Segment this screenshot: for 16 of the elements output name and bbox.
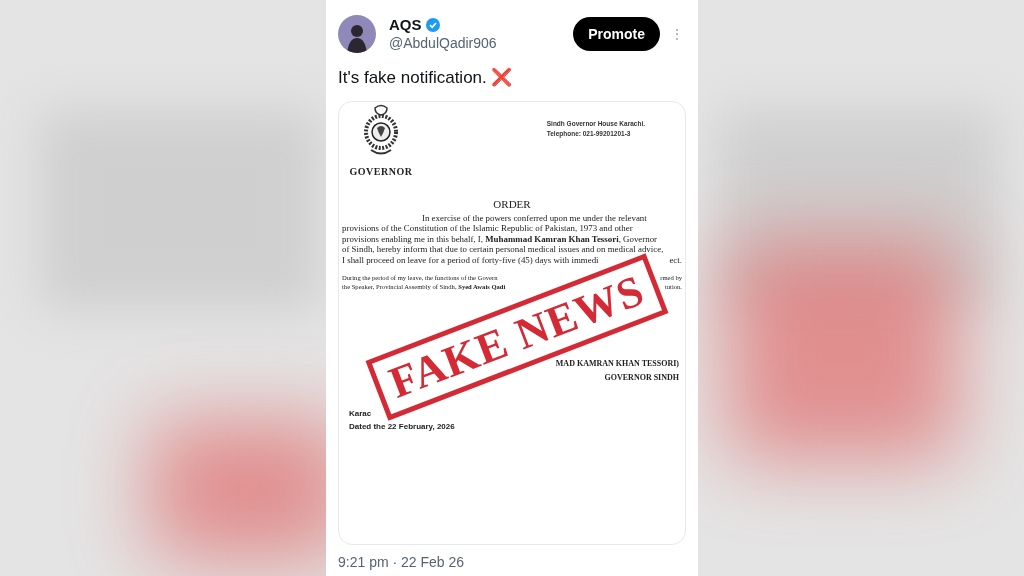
- document-text-line: In exercise of the powers conferred upon me under the relevant: [422, 212, 647, 223]
- document-image[interactable]: [338, 100, 686, 545]
- promote-button[interactable]: Promote: [573, 17, 660, 51]
- author-name[interactable]: AQS: [389, 16, 422, 34]
- document-text-line: of Sindh, hereby inform that due to certain personal medical issues and on medical advice,: [342, 244, 664, 255]
- seal-caption: GOVERNOR: [349, 164, 413, 179]
- tweet-timestamp: 9:21 pm · 22 Feb 26: [338, 552, 466, 571]
- cross-mark-emoji: ❌: [490, 67, 512, 89]
- document-date: Dated the 22 February, 2026: [349, 421, 456, 433]
- document-text-line: ect.: [669, 254, 682, 265]
- document-text-line: provisions of the Constitution of the Islamic Republic of Pakistan, 1973 and other: [342, 223, 633, 234]
- author-handle[interactable]: @AbdulQadir906: [389, 34, 497, 52]
- avatar[interactable]: [338, 15, 376, 53]
- tweet-text: It's fake notification.: [338, 67, 487, 89]
- document-text-line: provisions enabling me in this behalf, I, Muhammad Kamran Khan Tessori, Governor: [342, 233, 658, 244]
- document-heading: ORDER: [492, 196, 532, 211]
